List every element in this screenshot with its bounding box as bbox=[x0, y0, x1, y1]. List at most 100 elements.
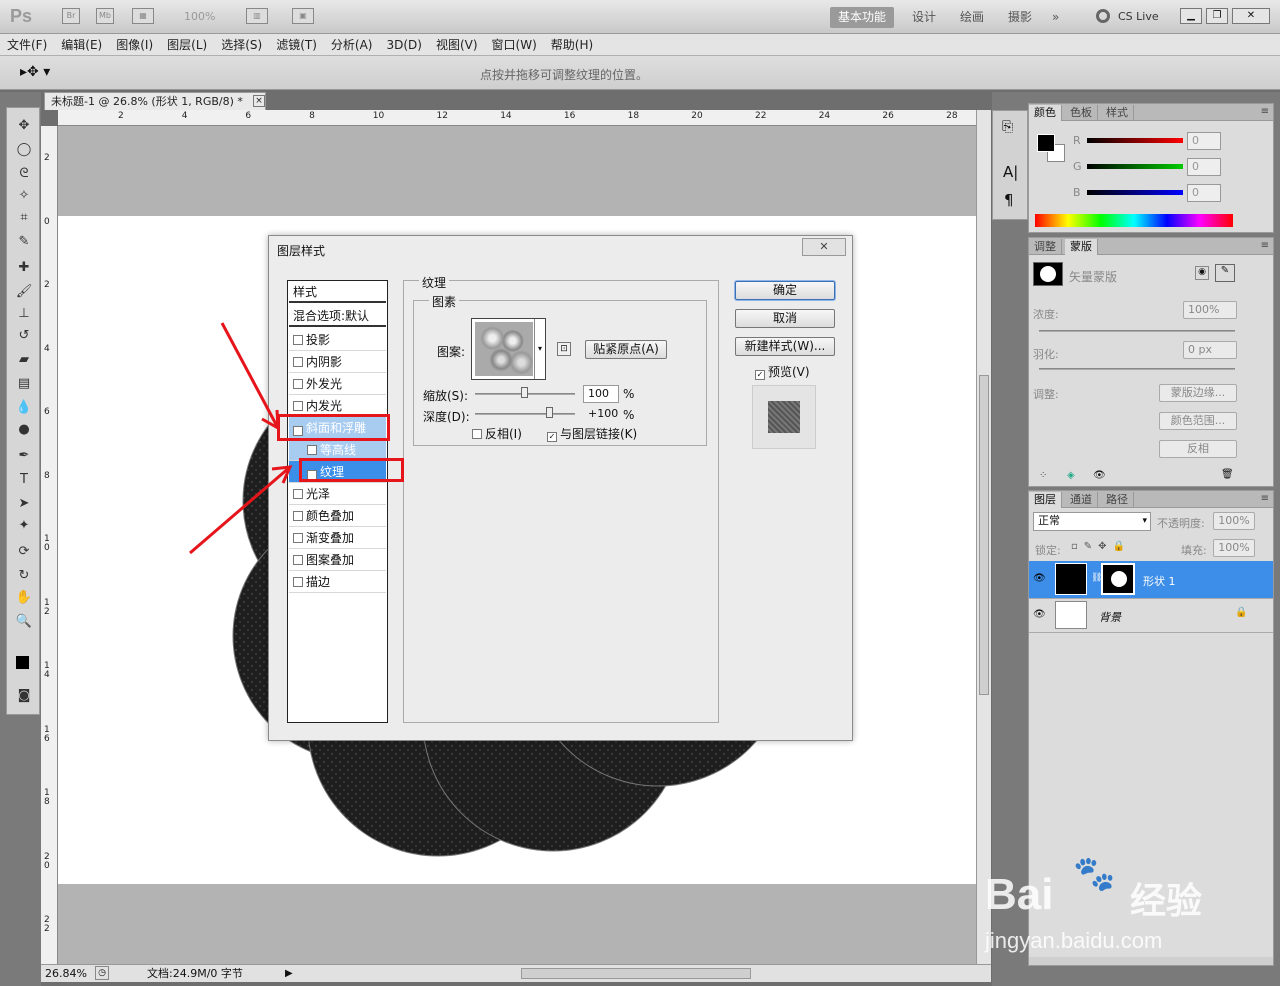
menu-3d[interactable]: 3D(D) bbox=[379, 34, 428, 56]
pattern-swatch[interactable] bbox=[475, 322, 533, 376]
healing-brush-icon[interactable]: ✚ bbox=[13, 258, 35, 278]
minimize-button[interactable]: ▁ bbox=[1180, 8, 1202, 24]
channel-r-input[interactable]: 0 bbox=[1187, 132, 1221, 150]
tab-layers[interactable]: 图层 bbox=[1029, 492, 1062, 508]
status-icon[interactable]: ◷ bbox=[95, 966, 109, 980]
fill-input[interactable]: 100% bbox=[1213, 539, 1255, 557]
cancel-button[interactable]: 取消 bbox=[735, 309, 835, 328]
tab-swatches[interactable]: 色板 bbox=[1065, 105, 1098, 121]
scale-input[interactable]: 100 bbox=[583, 385, 619, 403]
panel-menu-icon[interactable]: ≡ bbox=[1261, 106, 1269, 117]
layer-row-shape1[interactable]: 👁 ⛓ 形状 1 bbox=[1029, 561, 1273, 599]
cs-live-button[interactable]: CS Live bbox=[1118, 10, 1159, 23]
depth-slider-track[interactable] bbox=[475, 413, 575, 415]
menu-analysis[interactable]: 分析(A) bbox=[324, 34, 380, 56]
bridge-icon[interactable]: Br bbox=[62, 8, 80, 24]
menu-file[interactable]: 文件(F) bbox=[0, 34, 54, 56]
foreground-color-swatch[interactable] bbox=[16, 656, 29, 669]
checkbox-icon[interactable] bbox=[472, 429, 482, 439]
menu-layer[interactable]: 图层(L) bbox=[160, 34, 214, 56]
dialog-close-button[interactable]: ✕ bbox=[802, 238, 846, 256]
menu-filter[interactable]: 滤镜(T) bbox=[269, 34, 324, 56]
panel-menu-icon[interactable]: ≡ bbox=[1261, 240, 1269, 251]
3d-rotate-icon[interactable]: ⟳ bbox=[13, 542, 35, 562]
status-zoom[interactable]: 26.84% bbox=[45, 966, 87, 982]
depth-slider-thumb[interactable] bbox=[546, 407, 553, 418]
magic-wand-icon[interactable]: ✧ bbox=[13, 186, 35, 206]
quick-mask-icon[interactable]: ◙ bbox=[13, 686, 35, 706]
zoom-level[interactable]: 100% bbox=[184, 10, 215, 23]
pattern-picker[interactable]: ▾ bbox=[471, 318, 546, 380]
more-workspaces-button[interactable]: » bbox=[1044, 7, 1067, 28]
depth-input[interactable]: +100 bbox=[583, 405, 619, 423]
menu-select[interactable]: 选择(S) bbox=[214, 34, 269, 56]
blur-tool-icon[interactable]: 💧 bbox=[13, 398, 35, 418]
menu-edit[interactable]: 编辑(E) bbox=[54, 34, 109, 56]
style-item-stroke[interactable]: 描边 bbox=[289, 571, 386, 593]
close-document-icon[interactable]: × bbox=[253, 95, 265, 107]
layer-visibility-icon[interactable]: 👁 bbox=[1033, 609, 1046, 620]
blend-mode-select[interactable]: 正常 ▾ bbox=[1033, 512, 1151, 531]
vertical-scroll-thumb[interactable] bbox=[979, 375, 989, 695]
layer-name[interactable]: 形状 1 bbox=[1143, 573, 1176, 589]
foreground-color-icon[interactable] bbox=[1037, 134, 1055, 152]
preview-option[interactable]: ✓ 预览(V) bbox=[755, 363, 810, 380]
visibility-icon[interactable]: 👁 bbox=[1093, 470, 1106, 481]
eyedropper-tool-icon[interactable]: ✎ bbox=[13, 232, 35, 252]
workspace-painting[interactable]: 绘画 bbox=[952, 7, 992, 28]
gradient-tool-icon[interactable]: ▤ bbox=[13, 374, 35, 394]
crop-tool-icon[interactable]: ⌗ bbox=[13, 208, 35, 228]
shape-tool-icon[interactable]: ✦ bbox=[13, 516, 35, 536]
feather-slider[interactable] bbox=[1039, 368, 1235, 370]
feather-input[interactable]: 0 px bbox=[1183, 341, 1237, 359]
channel-r-slider[interactable] bbox=[1087, 138, 1183, 143]
layer-row-background[interactable]: 👁 背景 🔒 bbox=[1029, 599, 1273, 633]
pattern-dropdown-icon[interactable]: ▾ bbox=[534, 319, 545, 379]
new-style-button[interactable]: 新建样式(W)... bbox=[735, 337, 835, 356]
character-panel-icon[interactable]: A| bbox=[1003, 163, 1018, 181]
dodge-tool-icon[interactable]: ● bbox=[13, 420, 35, 440]
layer-name[interactable]: 背景 bbox=[1099, 609, 1121, 625]
brush-tool-icon[interactable]: 🖌 bbox=[13, 282, 35, 302]
mini-bridge-icon[interactable]: Mb bbox=[96, 8, 114, 24]
invert-option[interactable]: 反相(I) bbox=[472, 425, 522, 442]
restore-button[interactable]: ❐ bbox=[1206, 8, 1228, 24]
view-extras-icon[interactable]: ▦ bbox=[132, 8, 154, 24]
panel-menu-icon[interactable]: ≡ bbox=[1261, 493, 1269, 504]
density-input[interactable]: 100% bbox=[1183, 301, 1237, 319]
pixel-mask-icon[interactable]: ◉ bbox=[1195, 266, 1209, 280]
checked-checkbox-icon[interactable]: ✓ bbox=[547, 432, 557, 442]
workspace-photography[interactable]: 摄影 bbox=[1000, 7, 1040, 28]
tab-paths[interactable]: 路径 bbox=[1101, 492, 1134, 508]
density-slider[interactable] bbox=[1039, 330, 1235, 332]
pen-tool-icon[interactable]: ✒ bbox=[13, 446, 35, 466]
channel-b-input[interactable]: 0 bbox=[1187, 184, 1221, 202]
clone-stamp-icon[interactable]: ⊥ bbox=[13, 304, 35, 324]
workspace-design[interactable]: 设计 bbox=[904, 7, 944, 28]
workspace-essentials[interactable]: 基本功能 bbox=[830, 7, 895, 28]
load-selection-icon[interactable]: ⁘ bbox=[1039, 470, 1047, 481]
ok-button[interactable]: 确定 bbox=[735, 281, 835, 300]
menu-window[interactable]: 窗口(W) bbox=[485, 34, 544, 56]
tab-adjustments[interactable]: 调整 bbox=[1029, 239, 1062, 255]
move-tool-icon[interactable]: ✥ bbox=[13, 116, 35, 136]
trash-icon[interactable]: 🗑 bbox=[1221, 469, 1234, 480]
history-panel-icon[interactable]: ⎘ bbox=[1002, 119, 1013, 135]
invert-button[interactable]: 反相 bbox=[1159, 440, 1237, 458]
path-selection-icon[interactable]: ➤ bbox=[13, 494, 35, 514]
screen-mode-icon[interactable]: ▣ bbox=[292, 8, 314, 24]
status-menu-arrow-icon[interactable]: ▶ bbox=[285, 966, 293, 982]
color-spectrum-bar[interactable] bbox=[1035, 214, 1233, 227]
type-tool-icon[interactable]: T bbox=[13, 470, 35, 490]
mask-edge-button[interactable]: 蒙版边缘... bbox=[1159, 384, 1237, 402]
opacity-input[interactable]: 100% bbox=[1213, 512, 1255, 530]
layer-visibility-icon[interactable]: 👁 bbox=[1033, 573, 1046, 584]
arrange-documents-icon[interactable]: ▥ bbox=[246, 8, 268, 24]
checked-checkbox-icon[interactable]: ✓ bbox=[755, 370, 765, 380]
styles-header[interactable]: 样式 bbox=[289, 281, 386, 303]
document-tab[interactable]: 未标题-1 @ 26.8% (形状 1, RGB/8) * × bbox=[44, 92, 266, 110]
hand-tool-icon[interactable]: ✋ bbox=[13, 588, 35, 608]
menu-image[interactable]: 图像(I) bbox=[109, 34, 160, 56]
close-window-button[interactable]: ✕ bbox=[1232, 8, 1270, 24]
lasso-tool-icon[interactable]: ᘓ bbox=[13, 164, 35, 184]
